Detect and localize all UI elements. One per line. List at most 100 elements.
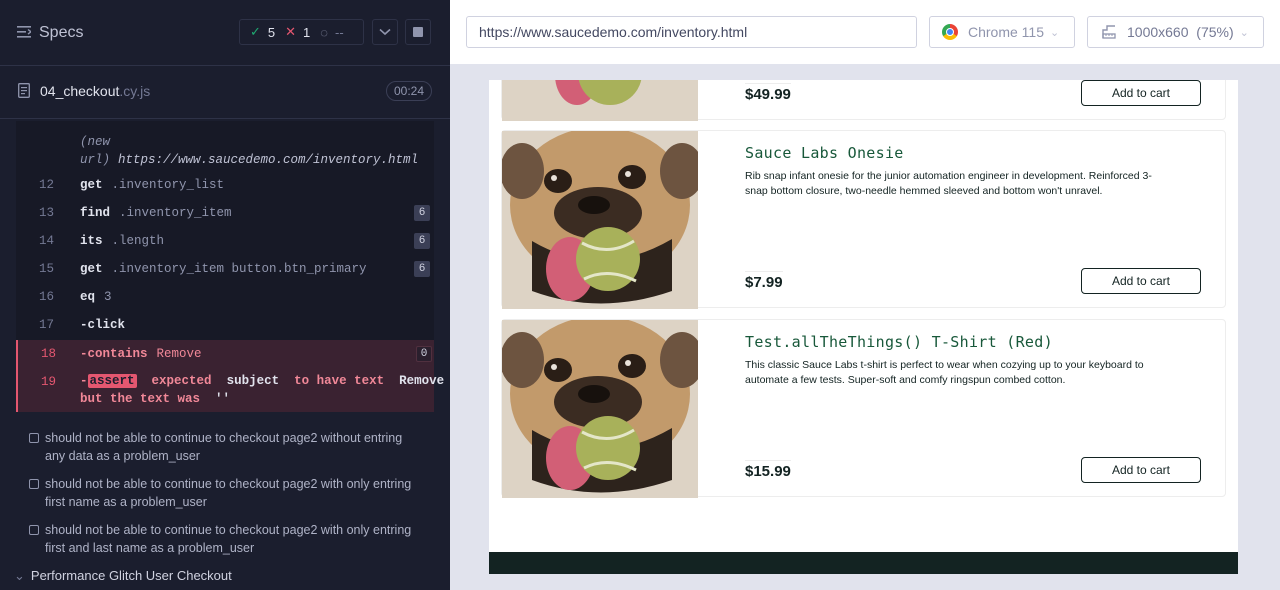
- product-price: $7.99: [745, 271, 783, 291]
- pending-count: --: [335, 24, 344, 40]
- command-row[interactable]: 16 eq 3: [16, 283, 434, 311]
- command-line-number: 16: [38, 290, 54, 304]
- viewport-size: 1000x660: [1127, 24, 1189, 40]
- spec-duration: 00:24: [386, 81, 432, 101]
- command-message: 3: [104, 290, 112, 304]
- site-footer: [489, 552, 1238, 574]
- command-line-number: 13: [38, 206, 54, 220]
- spec-file-basename: 04_checkout: [40, 83, 120, 99]
- x-icon: ✕: [285, 24, 297, 39]
- command-name: find: [80, 206, 111, 220]
- inventory-item: Test.allTheThings() T-Shirt (Red) This c…: [501, 319, 1226, 498]
- product-title[interactable]: Test.allTheThings() T-Shirt (Red): [745, 333, 1053, 351]
- command-line-number: 12: [38, 178, 54, 192]
- assertion-expected: Remove: [399, 374, 445, 388]
- command-row[interactable]: 17 -click: [16, 311, 434, 339]
- command-name: get: [80, 178, 103, 192]
- product-price: $15.99: [745, 460, 791, 480]
- stop-icon: [413, 27, 423, 37]
- chevron-down-icon: ⌄: [1239, 26, 1249, 39]
- assertion-actual: '': [215, 392, 231, 406]
- command-row[interactable]: 14 its .length 6: [16, 227, 434, 255]
- element-count-badge: 6: [414, 261, 430, 277]
- product-image[interactable]: [502, 131, 698, 309]
- command-name: eq: [80, 290, 96, 304]
- element-count-badge: 6: [414, 205, 430, 221]
- add-to-cart-button[interactable]: Add to cart: [1081, 457, 1201, 483]
- assertion-message-2: but the text was '': [80, 392, 230, 406]
- failed-assertion-row[interactable]: 19 - assert expected subject to have text…: [16, 368, 444, 412]
- command-message: Remove: [156, 347, 202, 361]
- pending-test-icon: [29, 433, 39, 443]
- suite-row[interactable]: ⌄ Performance Glitch User Checkout: [14, 568, 232, 584]
- aut-header: https://www.saucedemo.com/inventory.html…: [450, 0, 1280, 64]
- product-title[interactable]: Sauce Labs Onesie: [745, 144, 904, 162]
- pug-photo: [502, 131, 698, 309]
- command-log: (new url) https://www.saucedemo.com/inven…: [16, 121, 444, 412]
- assert-tag: assert: [87, 374, 137, 388]
- inventory-item: $49.99 Add to cart: [501, 80, 1226, 121]
- specs-title[interactable]: Specs: [39, 24, 83, 42]
- check-icon: ✓: [250, 24, 261, 39]
- toggle-auto-scroll-button[interactable]: [372, 19, 398, 45]
- browser-selector[interactable]: Chrome 115 ⌄: [929, 16, 1075, 48]
- test-title: should not be able to continue to checko…: [45, 523, 412, 555]
- test-stats: ✓ 5 ✕ 1 ◌ --: [239, 19, 364, 45]
- spinner-icon: ◌: [320, 24, 329, 40]
- chevron-down-icon: ⌄: [14, 568, 25, 583]
- command-row[interactable]: 15 get .inventory_item button.btn_primary…: [16, 255, 434, 283]
- suite-title: Performance Glitch User Checkout: [30, 568, 232, 583]
- command-message: .inventory_item: [119, 206, 232, 220]
- stop-button[interactable]: [405, 19, 431, 45]
- reporter-panel: Specs ✓ 5 ✕ 1 ◌ -- 04_checkout.cy.js 00:…: [0, 0, 450, 590]
- pending-test-icon: [29, 525, 39, 535]
- ruler-icon: [1102, 25, 1116, 39]
- product-image[interactable]: [502, 320, 698, 498]
- specs-list-icon[interactable]: [17, 26, 31, 38]
- product-description: Rib snap infant onesie for the junior au…: [745, 170, 1152, 197]
- aut-panel: https://www.saucedemo.com/inventory.html…: [450, 0, 1280, 590]
- passed-count: 5: [267, 24, 276, 40]
- failed-stat: ✕ 1: [285, 24, 310, 40]
- assertion-subject: subject: [226, 374, 280, 388]
- url-event-label: (new: [80, 135, 111, 149]
- viewport-zoom: (75%): [1196, 24, 1234, 40]
- command-name: its: [80, 234, 103, 248]
- reporter-header: Specs ✓ 5 ✕ 1 ◌ --: [0, 0, 450, 66]
- inventory-item: Sauce Labs Onesie Rib snap infant onesie…: [501, 130, 1226, 309]
- chevron-down-icon: ⌄: [1050, 26, 1060, 39]
- spec-file-name[interactable]: 04_checkout.cy.js: [40, 83, 150, 99]
- command-line-number: 19: [40, 375, 56, 389]
- command-row[interactable]: 12 get .inventory_list: [16, 171, 434, 199]
- add-to-cart-button[interactable]: Add to cart: [1081, 268, 1201, 294]
- chevron-down-icon: [379, 28, 391, 36]
- command-name: get: [80, 262, 103, 276]
- product-image[interactable]: [502, 80, 698, 121]
- viewport-info[interactable]: 1000x660 (75%) ⌄: [1087, 16, 1264, 48]
- assertion-message: - assert expected subject to have text Re…: [80, 374, 450, 388]
- command-line-number: 17: [38, 318, 54, 332]
- assertion-prefix: -: [80, 374, 88, 388]
- aut-url-field[interactable]: https://www.saucedemo.com/inventory.html: [466, 16, 917, 48]
- product-description: This classic Sauce Labs t-shirt is perfe…: [745, 359, 1144, 386]
- command-name: -click: [80, 318, 126, 332]
- app-iframe: $49.99 Add to cart Sauce Labs Onesie Rib…: [489, 80, 1238, 574]
- test-title: should not be able to continue to checko…: [45, 431, 403, 463]
- passed-stat: ✓ 5: [250, 24, 275, 40]
- command-row[interactable]: 13 find .inventory_item 6: [16, 199, 434, 227]
- pug-photo: [502, 320, 698, 498]
- url-change-event[interactable]: (new url) https://www.saucedemo.com/inven…: [80, 133, 418, 169]
- failed-count: 1: [303, 24, 311, 40]
- command-line-number: 14: [38, 234, 54, 248]
- add-to-cart-button[interactable]: Add to cart: [1081, 80, 1201, 106]
- browser-name: Chrome 115: [968, 24, 1045, 40]
- spec-file-row: 04_checkout.cy.js 00:24: [0, 67, 450, 119]
- pending-stat: ◌ --: [320, 25, 343, 40]
- assertion-text: expected: [151, 374, 212, 388]
- failed-command-row[interactable]: 18 -contains Remove 0: [16, 340, 434, 368]
- assertion-text: but the text was: [80, 392, 201, 406]
- command-message: .inventory_list: [111, 178, 225, 192]
- pug-photo: [502, 80, 698, 121]
- element-count-badge: 0: [416, 346, 432, 362]
- test-title: should not be able to continue to checko…: [45, 477, 412, 509]
